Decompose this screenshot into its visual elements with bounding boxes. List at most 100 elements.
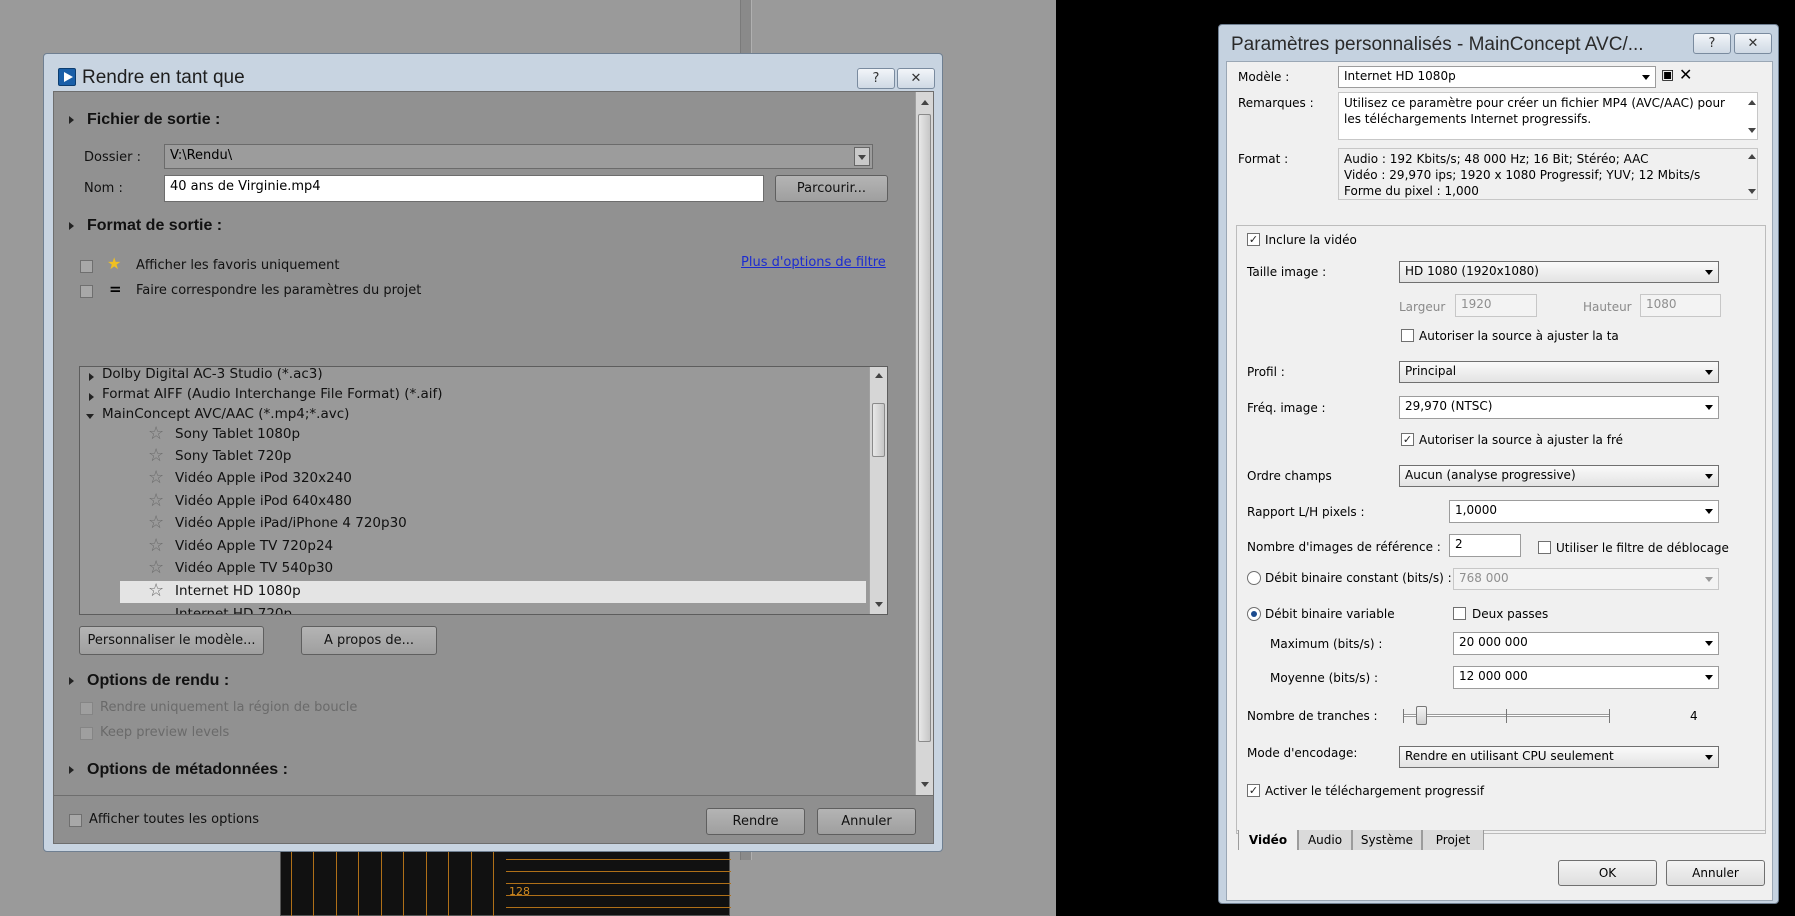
template-item-selected[interactable]: Internet HD 1080p bbox=[175, 583, 301, 599]
format-item[interactable]: Dolby Digital AC-3 Studio (*.ac3) bbox=[102, 367, 323, 382]
ok-button[interactable]: OK bbox=[1558, 860, 1657, 886]
star-outline-icon[interactable]: ☆ bbox=[148, 582, 164, 600]
name-field[interactable]: 40 ans de Virginie.mp4 bbox=[164, 175, 764, 202]
star-outline-icon[interactable]: ☆ bbox=[148, 559, 164, 577]
star-outline-icon[interactable]: ☆ bbox=[148, 447, 164, 465]
collapse-icon[interactable] bbox=[86, 414, 94, 419]
frame-rate-combobox[interactable]: 29,970 (NTSC) bbox=[1399, 396, 1719, 419]
output-format-header[interactable]: Format de sortie : bbox=[87, 217, 222, 235]
render-options-header[interactable]: Options de rendu : bbox=[87, 672, 229, 690]
format-list[interactable]: Dolby Digital AC-3 Studio (*.ac3) Format… bbox=[79, 366, 888, 615]
pixel-aspect-label: Rapport L/H pixels : bbox=[1247, 505, 1365, 519]
about-button[interactable]: A propos de... bbox=[301, 626, 437, 655]
help-button[interactable]: ? bbox=[1693, 33, 1731, 54]
template-item[interactable]: Vidéo Apple iPad/iPhone 4 720p30 bbox=[175, 515, 407, 531]
allow-rate-checkbox[interactable]: ✓ bbox=[1401, 433, 1414, 446]
height-field[interactable]: 1080 bbox=[1640, 294, 1721, 317]
template-item[interactable]: Vidéo Apple TV 720p24 bbox=[175, 538, 333, 554]
template-item[interactable]: Internet HD 720p bbox=[175, 606, 292, 614]
star-outline-icon[interactable]: ☆ bbox=[148, 492, 164, 510]
star-outline-icon[interactable]: ☆ bbox=[148, 514, 164, 532]
match-project-checkbox[interactable] bbox=[80, 285, 93, 298]
more-filter-options-link[interactable]: Plus d'options de filtre bbox=[741, 255, 886, 270]
encode-mode-value: Rendre en utilisant CPU seulement bbox=[1405, 749, 1614, 763]
avg-bitrate-combobox[interactable]: 12 000 000 bbox=[1453, 666, 1719, 689]
encode-mode-select[interactable]: Rendre en utilisant CPU seulement bbox=[1399, 746, 1719, 768]
cancel-button[interactable]: Annuler bbox=[1666, 860, 1765, 886]
template-item[interactable]: Vidéo Apple iPod 320x240 bbox=[175, 470, 352, 486]
include-video-checkbox[interactable]: ✓ bbox=[1247, 233, 1260, 246]
width-field[interactable]: 1920 bbox=[1455, 294, 1537, 317]
allow-resize-label: Autoriser la source à ajuster la ta bbox=[1419, 329, 1619, 343]
format-item[interactable]: MainConcept AVC/AAC (*.mp4;*.avc) bbox=[102, 406, 349, 422]
allow-resize-checkbox[interactable] bbox=[1401, 329, 1414, 342]
favorites-checkbox[interactable] bbox=[80, 260, 93, 273]
expand-icon[interactable] bbox=[69, 116, 74, 124]
customize-template-button[interactable]: Personnaliser le modèle... bbox=[79, 626, 264, 655]
folder-label: Dossier : bbox=[84, 150, 141, 165]
tab-video[interactable]: Vidéo bbox=[1238, 830, 1298, 850]
expand-icon[interactable] bbox=[69, 766, 74, 774]
deblock-label: Utiliser le filtre de déblocage bbox=[1556, 541, 1729, 555]
max-bitrate-combobox[interactable]: 20 000 000 bbox=[1453, 632, 1719, 655]
template-item[interactable]: Sony Tablet 1080p bbox=[175, 426, 300, 442]
expand-icon[interactable] bbox=[69, 222, 74, 230]
folder-dropdown-button[interactable] bbox=[854, 147, 870, 166]
show-all-options-checkbox[interactable] bbox=[69, 814, 82, 827]
save-icon[interactable]: ▣ bbox=[1661, 67, 1674, 83]
cbr-radio[interactable] bbox=[1247, 571, 1261, 585]
tab-audio[interactable]: Audio bbox=[1298, 830, 1352, 850]
deblock-checkbox[interactable] bbox=[1538, 541, 1551, 554]
pixel-aspect-combobox[interactable]: 1,0000 bbox=[1449, 500, 1719, 523]
dialog-title-bar[interactable]: Rendre en tant que ? ✕ bbox=[48, 58, 938, 89]
expand-icon[interactable] bbox=[69, 677, 74, 685]
progressive-download-checkbox[interactable]: ✓ bbox=[1247, 784, 1260, 797]
render-button[interactable]: Rendre bbox=[706, 808, 805, 835]
frame-size-select[interactable]: HD 1080 (1920x1080) bbox=[1399, 261, 1719, 283]
template-item[interactable]: Sony Tablet 720p bbox=[175, 448, 292, 464]
close-button[interactable]: ✕ bbox=[897, 68, 935, 89]
match-project-label: Faire correspondre les paramètres du pro… bbox=[136, 283, 422, 298]
close-button[interactable]: ✕ bbox=[1734, 33, 1772, 54]
format-line: Audio : 192 Kbits/s; 48 000 Hz; 16 Bit; … bbox=[1344, 152, 1649, 166]
format-item[interactable]: Format AIFF (Audio Interchange File Form… bbox=[102, 386, 443, 402]
vbr-radio[interactable] bbox=[1247, 607, 1261, 621]
height-label: Hauteur bbox=[1583, 300, 1632, 314]
name-label: Nom : bbox=[84, 181, 123, 196]
tab-strip: Vidéo Audio Système Projet bbox=[1236, 830, 1766, 850]
metadata-options-header[interactable]: Options de métadonnées : bbox=[87, 761, 288, 779]
expand-icon[interactable] bbox=[89, 373, 94, 381]
remarks-field[interactable]: Utilisez ce paramètre pour créer un fich… bbox=[1338, 92, 1758, 140]
preview-levels-checkbox[interactable] bbox=[80, 727, 93, 740]
slices-slider[interactable] bbox=[1403, 704, 1610, 728]
dialog-scrollbar[interactable] bbox=[915, 92, 933, 795]
output-file-header[interactable]: Fichier de sortie : bbox=[87, 111, 220, 129]
ref-frames-field[interactable]: 2 bbox=[1449, 534, 1521, 557]
loop-region-checkbox[interactable] bbox=[80, 702, 93, 715]
template-label: Modèle : bbox=[1238, 70, 1290, 84]
dialog-scroll-thumb[interactable] bbox=[918, 114, 931, 742]
star-outline-icon[interactable]: ☆ bbox=[148, 469, 164, 487]
list-scroll-thumb[interactable] bbox=[872, 403, 885, 457]
list-scrollbar[interactable] bbox=[869, 367, 887, 614]
two-pass-checkbox[interactable] bbox=[1453, 607, 1466, 620]
tab-system[interactable]: Système bbox=[1352, 830, 1422, 850]
template-item[interactable]: Vidéo Apple TV 540p30 bbox=[175, 560, 333, 576]
chevron-down-icon[interactable] bbox=[1642, 75, 1650, 80]
cancel-button[interactable]: Annuler bbox=[817, 808, 916, 835]
app-icon bbox=[58, 68, 76, 86]
expand-icon[interactable] bbox=[89, 393, 94, 401]
folder-combobox[interactable]: V:\Rendu\ bbox=[164, 144, 873, 169]
field-order-select[interactable]: Aucun (analyse progressive) bbox=[1399, 465, 1719, 487]
delete-icon[interactable]: ✕ bbox=[1679, 65, 1692, 84]
template-item[interactable]: Vidéo Apple iPod 640x480 bbox=[175, 493, 352, 509]
help-button[interactable]: ? bbox=[857, 68, 895, 89]
star-outline-icon[interactable]: ☆ bbox=[148, 425, 164, 443]
cbr-combobox[interactable]: 768 000 bbox=[1453, 568, 1719, 590]
slices-slider-thumb[interactable] bbox=[1416, 706, 1427, 725]
template-combobox[interactable]: Internet HD 1080p bbox=[1338, 66, 1656, 88]
star-outline-icon[interactable]: ☆ bbox=[148, 537, 164, 555]
tab-project[interactable]: Projet bbox=[1422, 830, 1484, 850]
profile-select[interactable]: Principal bbox=[1399, 361, 1719, 383]
browse-button[interactable]: Parcourir... bbox=[775, 175, 888, 202]
